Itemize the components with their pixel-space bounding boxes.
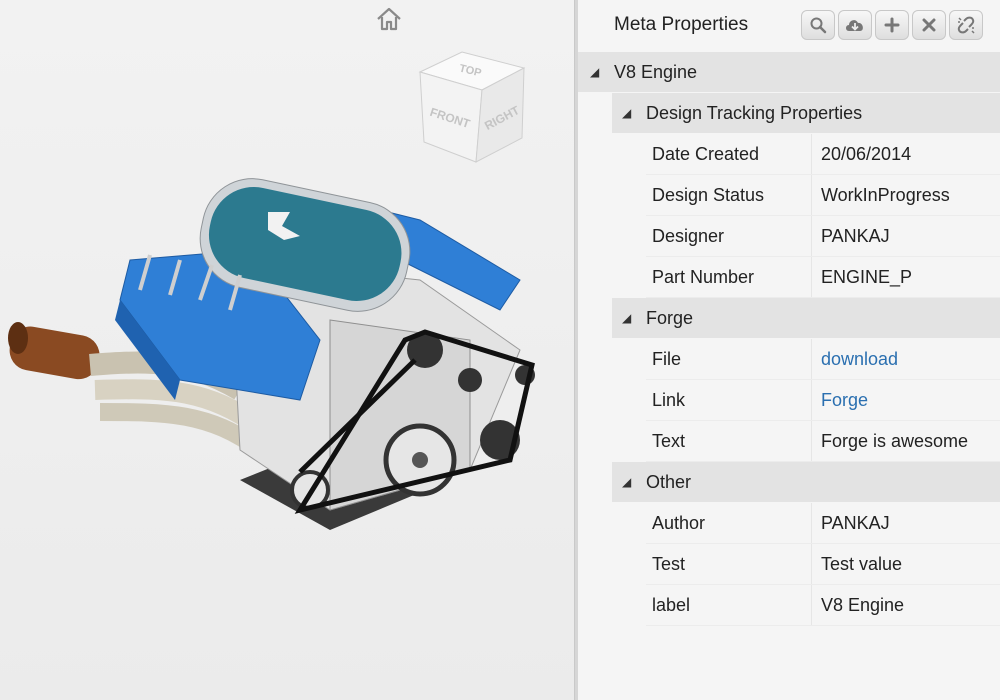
property-name: Author: [646, 503, 812, 543]
plus-icon: [884, 17, 900, 33]
meta-properties-panel: Meta Properties ◢ V8 Engine ◢ Design Tra…: [578, 0, 1000, 700]
close-icon: [922, 18, 936, 32]
property-row[interactable]: Designer PANKAJ: [646, 216, 1000, 257]
property-row[interactable]: Part Number ENGINE_P: [646, 257, 1000, 298]
cloud-download-icon: [846, 20, 863, 31]
property-name: Date Created: [646, 134, 812, 174]
property-value: 20/06/2014: [821, 143, 912, 164]
property-row[interactable]: Text Forge is awesome: [646, 421, 1000, 462]
property-name: Link: [646, 380, 812, 420]
panel-toolbar: [801, 10, 983, 40]
property-row[interactable]: Design Status WorkInProgress: [646, 175, 1000, 216]
property-row[interactable]: Test Test value: [646, 544, 1000, 585]
panel-title: Meta Properties: [614, 14, 749, 35]
property-name: label: [646, 585, 812, 625]
download-link[interactable]: download: [812, 349, 898, 370]
panel-header[interactable]: Meta Properties: [578, 0, 1000, 52]
forge-link[interactable]: Forge: [812, 390, 868, 411]
search-icon: [810, 17, 827, 34]
unlink-icon: [957, 16, 975, 34]
tree-node-forge[interactable]: ◢ Forge: [612, 298, 1000, 339]
property-name: Design Status: [646, 175, 812, 215]
property-name: Part Number: [646, 257, 812, 297]
collapse-triangle-icon[interactable]: ◢: [622, 475, 636, 489]
property-value: PANKAJ: [821, 225, 890, 246]
property-value: WorkInProgress: [821, 184, 950, 205]
tree-node-root[interactable]: ◢ V8 Engine: [578, 52, 1000, 93]
property-name: File: [646, 339, 812, 379]
property-value: Forge is awesome: [821, 430, 969, 451]
property-row[interactable]: Link Forge: [646, 380, 1000, 421]
delete-property-button[interactable]: [912, 10, 946, 40]
group-label: Forge: [646, 307, 694, 328]
home-button[interactable]: [373, 5, 405, 33]
add-property-button[interactable]: [875, 10, 909, 40]
group-label: Other: [646, 471, 692, 492]
property-value: V8 Engine: [821, 594, 905, 615]
group-label: Design Tracking Properties: [646, 102, 863, 123]
property-row[interactable]: File download: [646, 339, 1000, 380]
collapse-triangle-icon[interactable]: ◢: [590, 65, 604, 79]
collapse-triangle-icon[interactable]: ◢: [622, 311, 636, 325]
property-value: ENGINE_P: [821, 266, 913, 287]
property-row[interactable]: Author PANKAJ: [646, 503, 1000, 544]
property-row[interactable]: label V8 Engine: [646, 585, 1000, 626]
property-value: PANKAJ: [821, 512, 890, 533]
engine-model[interactable]: [0, 150, 560, 550]
search-button[interactable]: [801, 10, 835, 40]
property-name: Test: [646, 544, 812, 584]
property-value: Test value: [821, 553, 903, 574]
home-icon: [377, 7, 401, 31]
root-label: V8 Engine: [614, 61, 698, 82]
collapse-triangle-icon[interactable]: ◢: [622, 106, 636, 120]
unlink-button[interactable]: [949, 10, 983, 40]
property-tree: ◢ V8 Engine ◢ Design Tracking Properties…: [578, 52, 1000, 626]
tree-node-design-tracking[interactable]: ◢ Design Tracking Properties: [612, 93, 1000, 134]
property-row[interactable]: Date Created 20/06/2014: [646, 134, 1000, 175]
property-name: Text: [646, 421, 812, 461]
cloud-download-button[interactable]: [838, 10, 872, 40]
tree-node-other[interactable]: ◢ Other: [612, 462, 1000, 503]
property-name: Designer: [646, 216, 812, 256]
3d-viewer-canvas[interactable]: TOP FRONT RIGHT: [0, 0, 574, 700]
